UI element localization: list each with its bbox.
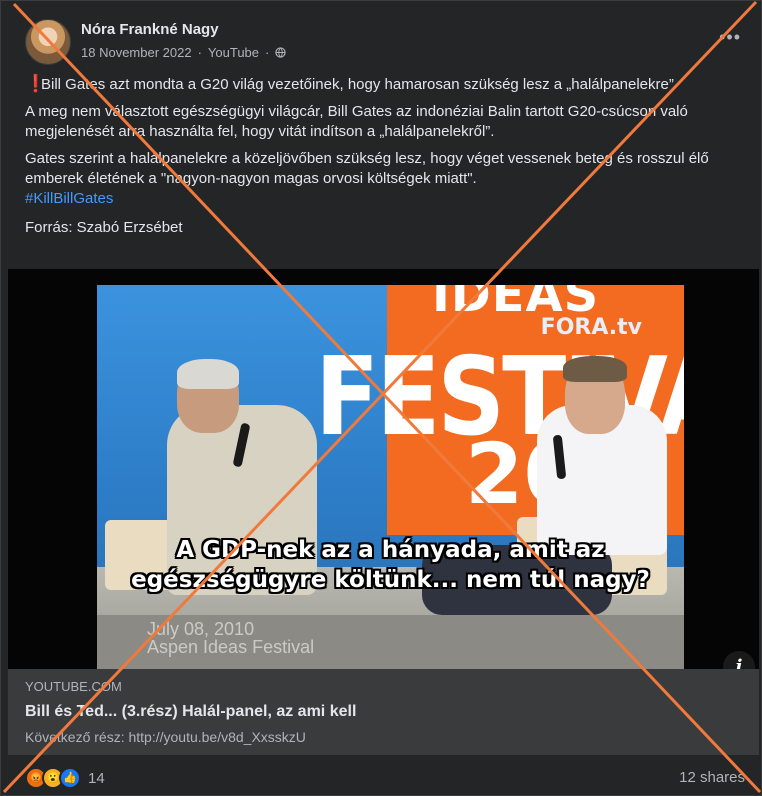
exclamation-icon: ❗ <box>25 74 47 93</box>
headline-text: Bill Gates azt mondta a G20 világ vezető… <box>41 76 674 93</box>
subtitle-line-1: A GDP-nek az a hányada, amit az <box>176 537 605 563</box>
hashtag-link[interactable]: #KillBillGates <box>25 189 745 209</box>
info-icon[interactable]: i <box>723 651 755 669</box>
post-footer: 😡 😮 👍 14 12 shares <box>25 767 745 791</box>
more-options-icon[interactable]: ••• <box>719 27 741 48</box>
video-thumbnail[interactable]: IDEAS FESTIVA 20 FORA.tv July 08, 2010 A… <box>97 285 684 669</box>
author-avatar[interactable] <box>25 19 71 65</box>
speaker-left-hair <box>177 359 239 389</box>
like-reaction-icon: 👍 <box>59 767 81 789</box>
post-header: Nóra Frankné Nagy 18 November 2022 · You… <box>25 19 741 67</box>
post-text: ❗Bill Gates azt mondta a G20 világ vezet… <box>25 74 745 238</box>
meta-separator-2: · <box>265 45 270 60</box>
video-subtitle: A GDP-nek az a hányada, amit az egészség… <box>97 535 684 595</box>
speaker-right-hair <box>563 356 627 382</box>
watermark-date: July 08, 2010 <box>147 619 255 639</box>
post-source-line: Forrás: Szabó Erzsébet <box>25 219 183 236</box>
post-paragraph-2: Gates szerint a halálpanelekre a közeljö… <box>25 150 709 187</box>
post-source-app[interactable]: YouTube <box>208 45 259 60</box>
post-date[interactable]: 18 November 2022 <box>81 45 192 60</box>
reaction-count[interactable]: 14 <box>88 770 105 787</box>
meta-separator: · <box>197 45 202 60</box>
share-count[interactable]: 12 shares <box>679 769 745 786</box>
subtitle-line-2: egészségügyre költünk... nem túl nagy? <box>131 567 650 593</box>
video-player[interactable]: IDEAS FESTIVA 20 FORA.tv July 08, 2010 A… <box>8 269 759 669</box>
link-preview[interactable]: YOUTUBE.COM Bill és Ted... (3.rész) Halá… <box>8 669 759 755</box>
facebook-post: Nóra Frankné Nagy 18 November 2022 · You… <box>0 0 762 796</box>
video-watermark: July 08, 2010 Aspen Ideas Festival <box>147 620 314 656</box>
author-name[interactable]: Nóra Frankné Nagy <box>81 21 219 38</box>
link-domain: YOUTUBE.COM <box>25 679 122 694</box>
fora-logo: FORA.tv <box>540 315 642 340</box>
post-meta: 18 November 2022 · YouTube · <box>81 45 287 60</box>
post-paragraph-1: A meg nem választott egészségügyi világc… <box>25 103 688 140</box>
link-title[interactable]: Bill és Ted... (3.rész) Halál-panel, az … <box>25 703 356 721</box>
link-description: Következő rész: http://youtu.be/v8d_Xxss… <box>25 729 306 745</box>
globe-icon[interactable] <box>275 47 287 58</box>
watermark-event: Aspen Ideas Festival <box>147 637 315 657</box>
reaction-summary[interactable]: 😡 😮 👍 14 <box>25 767 105 789</box>
post-headline: ❗Bill Gates azt mondta a G20 világ vezet… <box>25 74 745 95</box>
